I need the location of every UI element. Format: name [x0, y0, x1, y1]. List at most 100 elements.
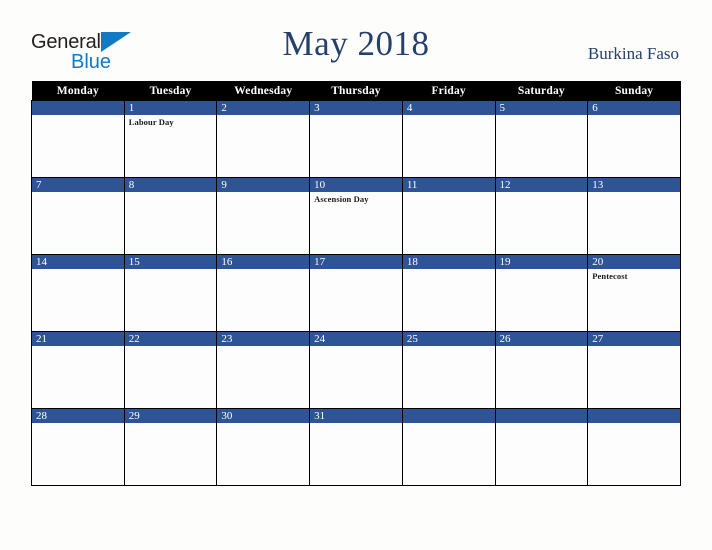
day-number: 10 [310, 178, 402, 192]
calendar-week-row: 21 22 23 24 25 26 27 [31, 331, 681, 409]
weekday-header-tuesday: Tuesday [124, 81, 217, 101]
holiday-event-label: Pentecost [592, 271, 628, 281]
calendar-header-row: Monday Tuesday Wednesday Thursday Friday… [31, 81, 681, 101]
day-cell-body [217, 346, 309, 406]
day-cell-body [496, 346, 588, 406]
day-number: 4 [402, 101, 495, 115]
calendar-day-cell[interactable]: 30 [216, 408, 311, 486]
calendar-day-cell[interactable]: 10 Ascension Day [309, 177, 403, 255]
calendar-page: General Blue May 2018 Burkina Faso Monda… [0, 0, 712, 550]
calendar-day-cell[interactable]: 16 [216, 254, 311, 332]
calendar-day-cell[interactable]: 7 [31, 177, 125, 255]
day-number: 2 [217, 101, 310, 115]
day-cell-body [496, 269, 588, 329]
country-label: Burkina Faso [587, 44, 679, 63]
weekday-header-saturday: Saturday [495, 81, 588, 101]
weekday-header-wednesday: Wednesday [216, 81, 310, 101]
calendar-day-cell[interactable] [31, 100, 125, 178]
day-cell-body [310, 115, 402, 175]
day-number: 24 [310, 332, 402, 346]
calendar-day-cell[interactable]: 2 [216, 100, 311, 178]
day-cell-body: Labour Day [125, 115, 217, 175]
day-cell-body [32, 423, 124, 483]
calendar-day-cell[interactable]: 5 [494, 100, 589, 178]
day-cell-body [310, 346, 402, 406]
day-number: 7 [32, 178, 124, 192]
day-cell-body [32, 192, 124, 252]
day-number: 14 [32, 255, 124, 269]
day-number [495, 409, 588, 423]
day-cell-body [217, 115, 309, 175]
calendar-day-cell[interactable]: 6 [587, 100, 681, 178]
calendar-day-cell[interactable]: 31 [309, 408, 403, 486]
calendar-day-cell[interactable]: 20 Pentecost [587, 254, 681, 332]
calendar-day-cell[interactable]: 25 [401, 331, 496, 409]
day-cell-body [217, 192, 309, 252]
day-number [32, 101, 124, 115]
day-cell-body [403, 346, 495, 406]
calendar-day-cell[interactable]: 18 [401, 254, 496, 332]
calendar-day-cell[interactable] [401, 408, 496, 486]
calendar-day-cell[interactable]: 1 Labour Day [123, 100, 218, 178]
calendar-week-row: 14 15 16 17 18 19 20 Pentecost [31, 254, 681, 332]
day-cell-body [125, 423, 217, 483]
day-number: 11 [402, 178, 495, 192]
day-cell-body [310, 269, 402, 329]
day-number: 27 [588, 332, 680, 346]
weekday-header-thursday: Thursday [309, 81, 403, 101]
calendar-day-cell[interactable]: 27 [587, 331, 681, 409]
calendar-grid: Monday Tuesday Wednesday Thursday Friday… [31, 81, 681, 486]
day-cell-body [403, 423, 495, 483]
day-cell-body [588, 192, 680, 252]
day-number: 19 [495, 255, 588, 269]
day-number [588, 409, 680, 423]
day-number: 23 [217, 332, 310, 346]
day-number [402, 409, 495, 423]
calendar-day-cell[interactable]: 22 [123, 331, 218, 409]
day-cell-body [217, 269, 309, 329]
calendar-day-cell[interactable]: 29 [123, 408, 218, 486]
day-cell-body [496, 192, 588, 252]
weekday-header-friday: Friday [402, 81, 496, 101]
calendar-day-cell[interactable]: 19 [494, 254, 589, 332]
calendar-day-cell[interactable]: 3 [309, 100, 403, 178]
calendar-day-cell[interactable]: 15 [123, 254, 218, 332]
calendar-day-cell[interactable]: 9 [216, 177, 311, 255]
calendar-body: 1 Labour Day 2 3 4 5 6 7 8 9 10 Ascension Day 11 12 13… [31, 100, 681, 486]
calendar-day-cell[interactable]: 23 [216, 331, 311, 409]
day-cell-body [588, 115, 680, 175]
calendar-day-cell[interactable]: 11 [401, 177, 496, 255]
day-number: 6 [588, 101, 680, 115]
calendar-day-cell[interactable]: 17 [309, 254, 403, 332]
day-number: 25 [402, 332, 495, 346]
calendar-day-cell[interactable]: 12 [494, 177, 589, 255]
day-cell-body [403, 269, 495, 329]
calendar-week-row: 28 29 30 31 [31, 408, 681, 486]
day-number: 8 [124, 178, 217, 192]
calendar-day-cell[interactable]: 14 [31, 254, 125, 332]
calendar-day-cell[interactable]: 24 [309, 331, 403, 409]
day-cell-body [496, 423, 588, 483]
weekday-header-monday: Monday [31, 81, 125, 101]
calendar-day-cell[interactable]: 28 [31, 408, 125, 486]
calendar-day-cell[interactable]: 4 [401, 100, 496, 178]
day-cell-body: Pentecost [588, 269, 680, 329]
day-number: 31 [310, 409, 402, 423]
calendar-day-cell[interactable] [587, 408, 681, 486]
calendar-day-cell[interactable]: 13 [587, 177, 681, 255]
day-number: 5 [495, 101, 588, 115]
day-number: 22 [124, 332, 217, 346]
day-number: 3 [310, 101, 402, 115]
calendar-day-cell[interactable] [494, 408, 589, 486]
day-number: 15 [124, 255, 217, 269]
day-cell-body [125, 192, 217, 252]
day-number: 13 [588, 178, 680, 192]
day-number: 16 [217, 255, 310, 269]
day-cell-body [588, 423, 680, 483]
day-cell-body [403, 115, 495, 175]
calendar-day-cell[interactable]: 21 [31, 331, 125, 409]
day-number: 28 [32, 409, 124, 423]
calendar-day-cell[interactable]: 8 [123, 177, 218, 255]
calendar-day-cell[interactable]: 26 [494, 331, 589, 409]
day-cell-body [588, 346, 680, 406]
